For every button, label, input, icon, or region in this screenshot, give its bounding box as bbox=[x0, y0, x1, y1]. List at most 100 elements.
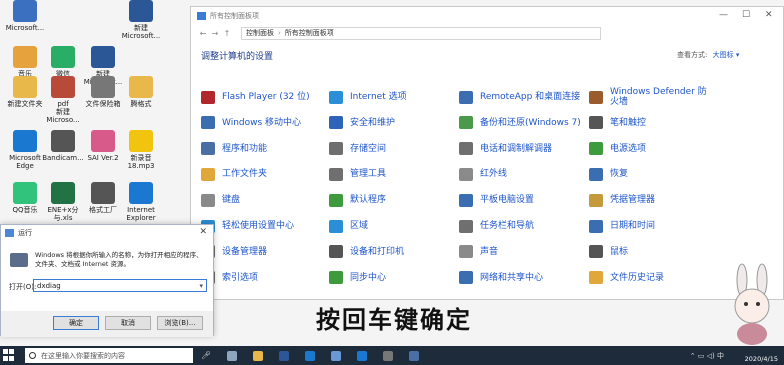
control-panel-item[interactable]: 任务栏和导航 bbox=[459, 214, 585, 238]
chevron-down-icon[interactable]: ▾ bbox=[199, 282, 203, 290]
control-panel-item[interactable]: 平板电脑设置 bbox=[459, 188, 585, 212]
control-panel-item[interactable]: 电话和调制解调器 bbox=[459, 137, 585, 161]
windows-start-icon[interactable] bbox=[3, 348, 17, 363]
control-panel-item[interactable]: 设备和打印机 bbox=[329, 240, 455, 264]
control-panel-item[interactable]: 声音 bbox=[459, 240, 585, 264]
control-panel-item-label: 任务栏和导航 bbox=[480, 221, 535, 231]
view-by-dropdown[interactable]: 大图标 ▾ bbox=[713, 51, 740, 59]
control-panel-item-label: 设备和打印机 bbox=[350, 246, 405, 257]
control-panel-item[interactable]: 电源选项 bbox=[589, 137, 707, 161]
run-button-bar: 确定 取消 浏览(B)... bbox=[1, 311, 213, 337]
desktop-app-icon bbox=[13, 46, 37, 68]
control-panel-item[interactable]: Flash Player (32 位) bbox=[201, 85, 327, 109]
control-panel-item-icon bbox=[329, 245, 343, 259]
desktop-icon[interactable]: 新建 Microsoft... bbox=[118, 0, 164, 40]
microphone-icon[interactable]: 🎤︎ bbox=[201, 351, 211, 360]
control-panel-taskbar-icon[interactable] bbox=[409, 350, 420, 361]
back-arrow-icon[interactable]: ← bbox=[197, 29, 209, 38]
desktop-icon-label: Internet Explorer bbox=[126, 206, 156, 222]
ime-indicator[interactable]: 中 bbox=[717, 352, 724, 360]
control-panel-item[interactable]: 轻松使用设置中心 bbox=[201, 214, 327, 238]
forward-arrow-icon[interactable]: → bbox=[209, 29, 221, 38]
store-icon[interactable] bbox=[331, 350, 342, 361]
control-panel-item[interactable]: 工作文件夹 bbox=[201, 162, 327, 186]
window-titlebar: 所有控制面板项 — ☐ ✕ bbox=[191, 7, 783, 25]
control-panel-item-icon bbox=[329, 167, 343, 181]
app-icon[interactable] bbox=[383, 350, 394, 361]
run-description: Windows 将根据你所输入的名称，为你打开相应的程序、文件夹、文档或 Int… bbox=[35, 251, 203, 268]
control-panel-item[interactable]: RemoteApp 和桌面连接 bbox=[459, 85, 585, 109]
control-panel-item[interactable]: 设备管理器 bbox=[201, 240, 327, 264]
ok-button[interactable]: 确定 bbox=[53, 316, 99, 330]
control-panel-item-label: 笔和触控 bbox=[610, 117, 647, 128]
control-panel-item[interactable]: 文件历史记录 bbox=[589, 266, 707, 290]
control-panel-item[interactable]: 安全和维护 bbox=[329, 111, 455, 135]
control-panel-item[interactable]: 鼠标 bbox=[589, 240, 707, 264]
breadcrumb-separator-icon: › bbox=[278, 29, 281, 37]
desktop-icon[interactable]: 新录音 18.mp3 bbox=[118, 130, 164, 170]
control-panel-item-icon bbox=[201, 90, 215, 104]
control-panel-item-icon bbox=[329, 90, 343, 104]
file-explorer-icon[interactable] bbox=[253, 350, 264, 361]
control-panel-item-label: 工作文件夹 bbox=[222, 169, 268, 180]
ie-icon[interactable] bbox=[357, 350, 368, 361]
task-view-icon[interactable] bbox=[227, 350, 238, 361]
qq-icon[interactable] bbox=[279, 350, 290, 361]
control-panel-item[interactable]: 网络和共享中心 bbox=[459, 266, 585, 290]
control-panel-item[interactable]: 凭据管理器 bbox=[589, 188, 707, 212]
control-panel-item-icon bbox=[459, 167, 473, 181]
video-caption: 按回车键确定 bbox=[316, 306, 472, 334]
control-panel-item[interactable]: 程序和功能 bbox=[201, 137, 327, 161]
control-panel-item-icon bbox=[459, 193, 473, 207]
control-panel-item[interactable]: 日期和时间 bbox=[589, 214, 707, 238]
breadcrumb-control-panel[interactable]: 控制面板 bbox=[246, 28, 274, 38]
control-panel-item[interactable]: Windows 移动中心 bbox=[201, 111, 327, 135]
run-close-button[interactable]: ✕ bbox=[199, 227, 207, 237]
control-panel-item[interactable]: 索引选项 bbox=[201, 266, 327, 290]
control-panel-item-icon bbox=[589, 142, 603, 156]
breadcrumb-all-items[interactable]: 所有控制面板项 bbox=[285, 28, 334, 38]
desktop-icon[interactable]: Microsoft... bbox=[2, 0, 48, 32]
desktop-app-icon bbox=[13, 182, 37, 204]
control-panel-item-label: 区域 bbox=[350, 221, 369, 231]
control-panel-item[interactable]: 区域 bbox=[329, 214, 455, 238]
view-by[interactable]: 查看方式: 大图标 ▾ bbox=[677, 50, 739, 60]
cancel-button[interactable]: 取消 bbox=[105, 316, 151, 330]
control-panel-item[interactable]: 键盘 bbox=[201, 188, 327, 212]
browse-button[interactable]: 浏览(B)... bbox=[157, 316, 203, 330]
minimize-button[interactable]: — bbox=[719, 10, 728, 20]
desktop-app-icon bbox=[51, 46, 75, 68]
taskbar-search-box[interactable]: 在这里输入你要搜索的内容 bbox=[25, 348, 193, 363]
desktop-app-icon bbox=[51, 76, 75, 98]
control-panel-item[interactable]: 管理工具 bbox=[329, 162, 455, 186]
control-panel-item-label: 鼠标 bbox=[610, 246, 629, 257]
address-bar[interactable]: 控制面板 › 所有控制面板项 bbox=[241, 26, 601, 40]
control-panel-item[interactable]: 默认程序 bbox=[329, 188, 455, 212]
control-panel-item-label: 默认程序 bbox=[350, 195, 387, 206]
control-panel-item-label: 平板电脑设置 bbox=[480, 195, 535, 206]
run-command-input[interactable]: dxdiag ▾ bbox=[33, 279, 207, 292]
control-panel-item[interactable]: Internet 选项 bbox=[329, 85, 455, 109]
control-panel-item-icon bbox=[201, 193, 215, 207]
control-panel-item-icon bbox=[589, 271, 603, 285]
up-arrow-icon[interactable]: ↑ bbox=[221, 29, 233, 38]
control-panel-item-icon bbox=[329, 193, 343, 207]
desktop-icon[interactable]: Internet Explorer bbox=[118, 182, 164, 222]
control-panel-item-label: Windows 移动中心 bbox=[222, 117, 302, 128]
control-panel-item[interactable]: 存储空间 bbox=[329, 137, 455, 161]
maximize-button[interactable]: ☐ bbox=[742, 10, 750, 20]
desktop-icon[interactable]: 腾格式 bbox=[118, 76, 164, 108]
desktop-icon-label: 腾格式 bbox=[130, 100, 152, 108]
control-panel-item[interactable]: 恢复 bbox=[589, 162, 707, 186]
control-panel-item[interactable]: Windows Defender 防火墙 bbox=[589, 85, 707, 109]
control-panel-item[interactable]: 笔和触控 bbox=[589, 111, 707, 135]
control-panel-item[interactable]: 备份和还原(Windows 7) bbox=[459, 111, 585, 135]
view-by-label: 查看方式: bbox=[677, 51, 708, 59]
control-panel-item[interactable]: 红外线 bbox=[459, 162, 585, 186]
system-tray[interactable]: ⌃ ▭ ◁) 中 bbox=[690, 351, 724, 361]
clock[interactable]: 2020/4/15 bbox=[745, 347, 778, 363]
control-panel-item[interactable]: 同步中心 bbox=[329, 266, 455, 290]
edge-icon[interactable] bbox=[305, 350, 316, 361]
control-panel-item-label: 索引选项 bbox=[222, 272, 259, 283]
close-button[interactable]: ✕ bbox=[765, 10, 773, 20]
